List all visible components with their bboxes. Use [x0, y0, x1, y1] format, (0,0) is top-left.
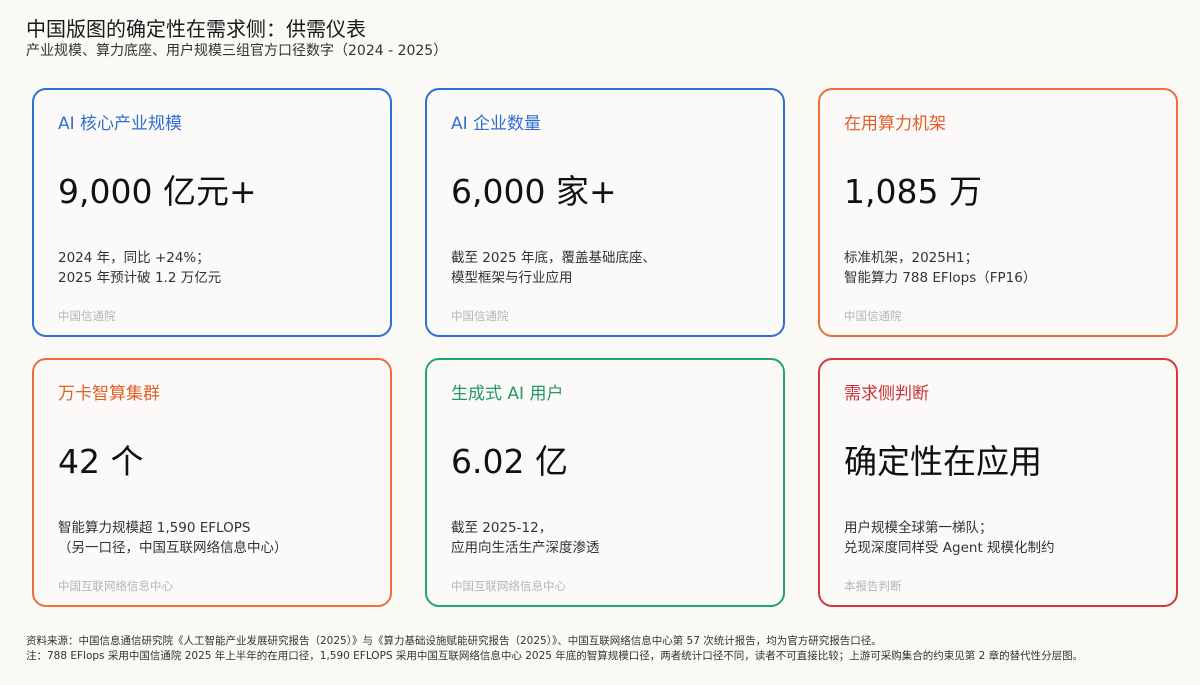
- card-value: 确定性在应用: [844, 442, 1042, 481]
- card-ai-enterprise-count: AI 企业数量 6,000 家+ 截至 2025 年底，覆盖基础底座、 模型框架…: [425, 88, 785, 337]
- card-value: 42 个: [58, 442, 144, 481]
- card-description-line: 智能算力 788 EFlops（FP16）: [844, 270, 1037, 286]
- card-source: 中国信通院: [844, 309, 902, 323]
- card-description: 截至 2025 年底，覆盖基础底座、 模型框架与行业应用: [451, 248, 656, 288]
- card-ai-core-industry-scale: AI 核心产业规模 9,000 亿元+ 2024 年，同比 +24%； 2025…: [32, 88, 392, 337]
- card-source: 本报告判断: [844, 579, 902, 593]
- card-value: 9,000 亿元+: [58, 172, 257, 211]
- card-value: 6.02 亿: [451, 442, 568, 481]
- card-label: AI 核心产业规模: [58, 114, 183, 134]
- card-demand-side-judgement: 需求侧判断 确定性在应用 用户规模全球第一梯队； 兑现深度同样受 Agent 规…: [818, 358, 1178, 607]
- card-label: 万卡智算集群: [58, 384, 160, 404]
- card-label: AI 企业数量: [451, 114, 542, 134]
- card-description-line: 2025 年预计破 1.2 万亿元: [58, 270, 222, 286]
- card-source: 中国信通院: [58, 309, 116, 323]
- card-description-line: 兑现深度同样受 Agent 规模化制约: [844, 540, 1055, 556]
- card-description: 用户规模全球第一梯队； 兑现深度同样受 Agent 规模化制约: [844, 518, 1055, 558]
- card-10k-gpu-clusters: 万卡智算集群 42 个 智能算力规模超 1,590 EFLOPS （另一口径，中…: [32, 358, 392, 607]
- page-subtitle: 产业规模、算力底座、用户规模三组官方口径数字（2024 - 2025）: [26, 43, 448, 59]
- card-label: 在用算力机架: [844, 114, 946, 134]
- card-label: 生成式 AI 用户: [451, 384, 564, 404]
- card-description: 标准机架，2025H1； 智能算力 788 EFlops（FP16）: [844, 248, 1036, 288]
- card-description-line: 截至 2025 年底，覆盖基础底座、: [451, 250, 656, 266]
- card-compute-racks-in-use: 在用算力机架 1,085 万 标准机架，2025H1； 智能算力 788 EFl…: [818, 88, 1178, 337]
- metrics-grid: AI 核心产业规模 9,000 亿元+ 2024 年，同比 +24%； 2025…: [32, 88, 1178, 608]
- card-label: 需求侧判断: [844, 384, 929, 404]
- page-title: 中国版图的确定性在需求侧：供需仪表: [26, 17, 366, 41]
- card-description-line: 模型框架与行业应用: [451, 270, 573, 286]
- card-description: 2024 年，同比 +24%； 2025 年预计破 1.2 万亿元: [58, 248, 221, 288]
- card-description-line: 标准机架，2025H1；: [844, 250, 979, 266]
- card-source: 中国互联网络信息中心: [451, 579, 566, 593]
- card-description-line: 用户规模全球第一梯队；: [844, 520, 993, 536]
- card-description-line: （另一口径，中国互联网络信息中心）: [58, 540, 288, 556]
- footer-source-line: 资料来源：中国信息通信研究院《人工智能产业发展研究报告（2025）》与《算力基础…: [26, 635, 882, 647]
- card-description-line: 2024 年，同比 +24%；: [58, 250, 210, 266]
- page-header: 中国版图的确定性在需求侧：供需仪表 产业规模、算力底座、用户规模三组官方口径数字…: [26, 16, 447, 60]
- footer-note-line: 注：788 EFlops 采用中国信通院 2025 年上半年的在用口径，1,59…: [26, 650, 1084, 662]
- card-value: 6,000 家+: [451, 172, 617, 211]
- card-generative-ai-users: 生成式 AI 用户 6.02 亿 截至 2025-12， 应用向生活生产深度渗透…: [425, 358, 785, 607]
- footer-notes: 资料来源：中国信息通信研究院《人工智能产业发展研究报告（2025）》与《算力基础…: [26, 634, 1186, 664]
- card-description-line: 截至 2025-12，: [451, 520, 553, 536]
- card-source: 中国互联网络信息中心: [58, 579, 173, 593]
- card-description: 智能算力规模超 1,590 EFLOPS （另一口径，中国互联网络信息中心）: [58, 518, 288, 558]
- card-description-line: 智能算力规模超 1,590 EFLOPS: [58, 520, 251, 536]
- card-description-line: 应用向生活生产深度渗透: [451, 540, 600, 556]
- card-description: 截至 2025-12， 应用向生活生产深度渗透: [451, 518, 600, 558]
- card-source: 中国信通院: [451, 309, 509, 323]
- card-value: 1,085 万: [844, 172, 982, 211]
